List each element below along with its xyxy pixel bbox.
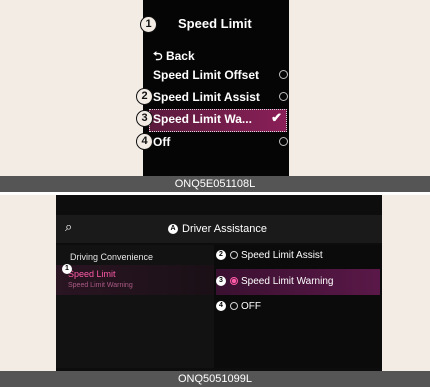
panel-driver-assistance: ⌕ A Driver Assistance Driving Convenience… bbox=[0, 195, 430, 387]
radio-icon bbox=[230, 302, 238, 311]
panel-speed-limit-cluster: Speed Limit ⮌ Back Speed Limit Offset Sp… bbox=[0, 0, 430, 192]
menu-item-title: Speed Limit bbox=[68, 269, 116, 279]
top-bar: ⌕ A Driver Assistance bbox=[56, 215, 382, 243]
figure-caption: ONQ5E051108L bbox=[0, 176, 430, 192]
search-icon[interactable]: ⌕ bbox=[65, 219, 72, 235]
menu-item-speed-limit[interactable]: Speed Limit Speed Limit Warning bbox=[56, 265, 214, 295]
option-label: Off bbox=[153, 135, 171, 149]
header-title: A Driver Assistance bbox=[168, 223, 267, 235]
cluster-screen: Speed Limit ⮌ Back Speed Limit Offset Sp… bbox=[143, 0, 289, 176]
callout-3: 3 bbox=[216, 276, 226, 287]
category-driving-convenience[interactable]: Driving Convenience bbox=[70, 252, 153, 262]
infotainment-screen: ⌕ A Driver Assistance Driving Convenience… bbox=[56, 195, 382, 371]
radio-icon bbox=[230, 251, 238, 260]
callout-a: A bbox=[168, 224, 178, 235]
callout-4: 4 bbox=[216, 301, 226, 312]
option-speed-limit-assist[interactable]: 2 Speed Limit Assist bbox=[216, 245, 380, 267]
option-label: Speed Limit Offset bbox=[153, 68, 260, 82]
radio-icon bbox=[279, 137, 288, 146]
option-label: Speed Limit Wa... bbox=[153, 112, 252, 126]
callout-1: 1 bbox=[140, 16, 157, 33]
option-speed-limit-warning[interactable]: 3 Speed Limit Warning bbox=[216, 269, 380, 295]
option-label: Speed Limit Assist bbox=[153, 90, 260, 104]
option-label: OFF bbox=[241, 301, 261, 312]
option-off[interactable]: Off bbox=[153, 133, 288, 152]
option-speed-limit-offset[interactable]: Speed Limit Offset bbox=[153, 66, 288, 85]
back-label: ⮌ Back bbox=[153, 49, 195, 63]
checkmark-icon: ✔ bbox=[271, 110, 282, 125]
category-list: Driving Convenience Speed Limit Speed Li… bbox=[56, 245, 214, 368]
options-list: 2 Speed Limit Assist 3 Speed Limit Warning… bbox=[214, 245, 382, 368]
callout-2: 2 bbox=[216, 250, 226, 261]
callout-3: 3 bbox=[136, 110, 153, 127]
callout-1: 1 bbox=[62, 264, 72, 274]
callout-2: 2 bbox=[136, 88, 153, 105]
radio-icon bbox=[279, 92, 288, 101]
radio-icon bbox=[279, 70, 288, 79]
option-label: Speed Limit Assist bbox=[241, 250, 323, 261]
menu-item-subtitle: Speed Limit Warning bbox=[68, 282, 133, 289]
option-speed-limit-warning[interactable]: Speed Limit Wa... ✔ bbox=[149, 109, 287, 132]
callout-4: 4 bbox=[136, 133, 153, 150]
option-off[interactable]: 4 OFF bbox=[216, 296, 380, 318]
radio-selected-icon bbox=[230, 277, 238, 286]
screen-title: Speed Limit bbox=[178, 16, 252, 31]
figure-caption: ONQ5051099L bbox=[0, 371, 430, 387]
back-button[interactable]: ⮌ Back bbox=[153, 45, 285, 64]
option-label: Speed Limit Warning bbox=[241, 276, 334, 287]
option-speed-limit-assist[interactable]: Speed Limit Assist bbox=[153, 88, 288, 107]
header-label: Driver Assistance bbox=[182, 223, 267, 235]
